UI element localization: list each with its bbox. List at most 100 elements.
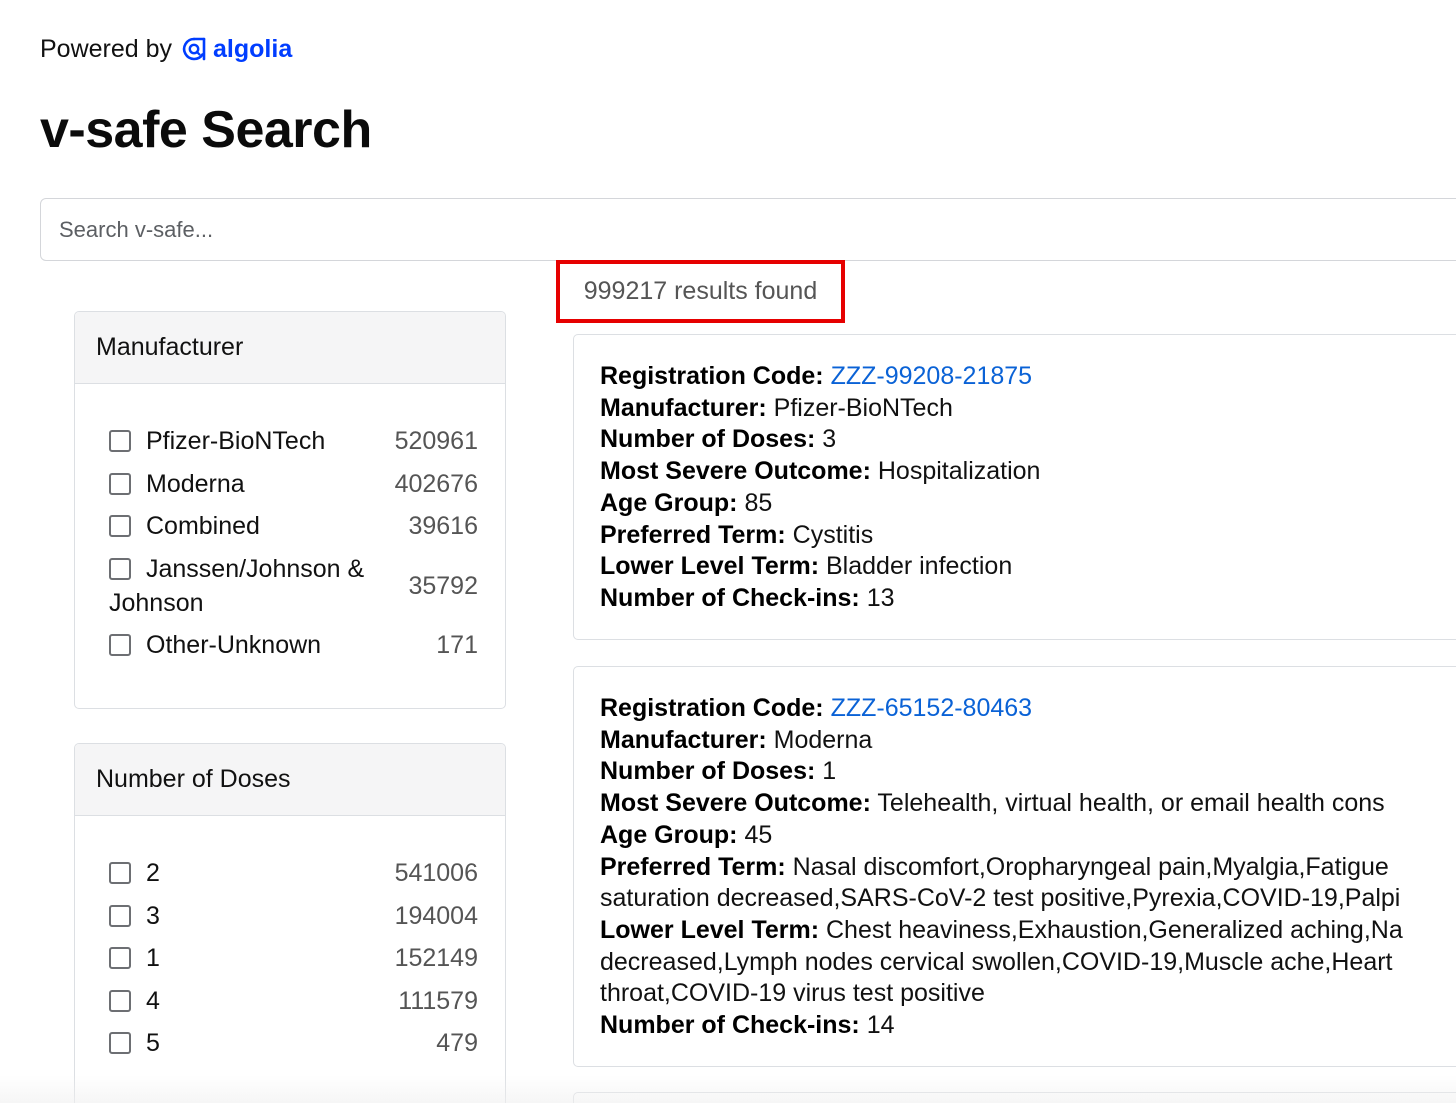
- field-label: Preferred Term:: [600, 852, 786, 881]
- page-title: v-safe Search: [40, 101, 372, 159]
- hit-checkins: Number of Check-ins: 14: [600, 1010, 1456, 1042]
- facet-label: Combined: [146, 512, 260, 540]
- facet-label: Other-Unknown: [146, 631, 322, 659]
- manufacturer-facet-title: Manufacturer: [75, 312, 505, 384]
- hit-age-group: Age Group: 85: [600, 488, 1456, 520]
- manufacturer-facet-list: Pfizer-BioNTech 520961 Moderna 402676 Co…: [75, 384, 505, 691]
- field-value: Nasal discomfort,Oropharyngeal pain,Myal…: [792, 852, 1389, 881]
- field-label: Age Group:: [600, 820, 738, 849]
- field-label: Manufacturer:: [600, 725, 767, 754]
- field-value: 1: [822, 757, 837, 786]
- facet-label: 3: [146, 901, 160, 930]
- facet-label: 4: [146, 986, 160, 1015]
- registration-code-link[interactable]: ZZZ-99208-21875: [831, 362, 1033, 390]
- facet-count: 39616: [408, 512, 478, 540]
- facet-count: 520961: [394, 427, 478, 455]
- hit-manufacturer: Manufacturer: Moderna: [600, 725, 1456, 757]
- checkbox[interactable]: [109, 904, 131, 927]
- facet-item-dose-1[interactable]: 1 152149: [102, 941, 478, 975]
- field-value: Hospitalization: [877, 457, 1041, 486]
- facet-item-dose-3[interactable]: 3 194004: [102, 899, 478, 933]
- checkbox[interactable]: [109, 430, 131, 452]
- field-value: 3: [822, 425, 837, 454]
- checkbox[interactable]: [109, 1032, 131, 1054]
- field-value: 85: [744, 488, 773, 517]
- hit-card: Registration Code: ZZZ-99208-21875 Manuf…: [573, 334, 1456, 640]
- facet-item-pfizer[interactable]: Pfizer-BioNTech 520961: [102, 424, 478, 458]
- hit-lower-level-term: Lower Level Term: Bladder infection: [600, 551, 1456, 583]
- hit-lower-level-term-cont: throat,COVID-19 virus test positive: [600, 979, 985, 1008]
- registration-code-link[interactable]: ZZZ-65152-80463: [831, 694, 1033, 722]
- algolia-logo[interactable]: algolia: [181, 35, 292, 64]
- facet-item-combined[interactable]: Combined 39616: [102, 509, 478, 543]
- facet-item-dose-5[interactable]: 5 479: [102, 1026, 478, 1060]
- field-label: Most Severe Outcome:: [600, 457, 871, 486]
- search-box[interactable]: [40, 198, 1456, 261]
- facet-count: 152149: [394, 944, 478, 972]
- results-count: 999217 results found: [556, 260, 845, 323]
- bottom-fade: [0, 1075, 1456, 1103]
- algolia-icon: [182, 37, 206, 61]
- checkbox[interactable]: [109, 862, 131, 884]
- facet-count: 479: [436, 1029, 478, 1057]
- facet-count: 402676: [394, 469, 478, 498]
- field-label: Preferred Term:: [600, 520, 786, 549]
- field-label: Registration Code:: [600, 694, 824, 722]
- checkbox[interactable]: [109, 634, 131, 656]
- facet-label: Pfizer-BioNTech: [146, 427, 326, 455]
- field-value: Bladder infection: [826, 552, 1013, 581]
- doses-facet: Number of Doses 2 541006 3 194004 1 1521…: [74, 743, 506, 1103]
- field-label: Number of Check-ins:: [600, 583, 860, 612]
- hit-card: Registration Code: ZZZ-65152-80463 Manuf…: [573, 666, 1456, 1067]
- facet-item-janssen[interactable]: Janssen/Johnson & Johnson 35792: [102, 552, 478, 620]
- hit-age-group: Age Group: 45: [600, 820, 1456, 852]
- facet-label: 2: [146, 859, 160, 887]
- field-value: Pfizer-BioNTech: [773, 393, 953, 422]
- field-label: Age Group:: [600, 488, 738, 517]
- field-value: Cystitis: [792, 520, 874, 549]
- facet-count: 541006: [394, 859, 478, 887]
- hit-checkins: Number of Check-ins: 13: [600, 583, 1456, 615]
- hit-registration-code: Registration Code: ZZZ-65152-80463: [600, 693, 1456, 725]
- field-label: Most Severe Outcome:: [600, 789, 871, 818]
- hit-preferred-term: Preferred Term: Nasal discomfort,Orophar…: [600, 852, 1456, 884]
- facet-item-dose-2[interactable]: 2 541006: [102, 856, 478, 890]
- checkbox[interactable]: [109, 947, 131, 969]
- field-label: Number of Doses:: [600, 757, 816, 786]
- field-value: 14: [866, 1011, 895, 1040]
- hit-preferred-term: Preferred Term: Cystitis: [600, 520, 1456, 552]
- facet-count: 35792: [408, 571, 478, 600]
- algolia-brand: algolia: [213, 34, 293, 63]
- manufacturer-facet: Manufacturer Pfizer-BioNTech 520961 Mode…: [74, 311, 506, 709]
- field-label: Lower Level Term:: [600, 552, 820, 581]
- checkbox[interactable]: [109, 472, 131, 495]
- checkbox[interactable]: [109, 515, 131, 537]
- facet-count: 171: [436, 631, 478, 659]
- facet-item-other-unknown[interactable]: Other-Unknown 171: [102, 628, 478, 662]
- facet-label: Moderna: [146, 469, 245, 498]
- facet-item-dose-4[interactable]: 4 111579: [102, 984, 478, 1018]
- doses-facet-title: Number of Doses: [75, 744, 505, 816]
- checkbox[interactable]: [109, 989, 131, 1012]
- hit-lower-level-term-cont: decreased,Lymph nodes cervical swollen,C…: [600, 947, 1393, 976]
- field-label: Manufacturer:: [600, 393, 767, 422]
- field-value: Moderna: [773, 725, 873, 754]
- facet-count: 111579: [398, 986, 478, 1015]
- facet-count: 194004: [394, 901, 478, 930]
- powered-by[interactable]: Powered by algolia: [40, 32, 292, 66]
- field-value: Telehealth, virtual health, or email hea…: [877, 789, 1385, 818]
- facet-item-moderna[interactable]: Moderna 402676: [102, 467, 478, 501]
- hit-doses: Number of Doses: 3: [600, 424, 1456, 456]
- field-label: Number of Check-ins:: [600, 1011, 860, 1040]
- powered-by-label: Powered by: [40, 34, 173, 63]
- hit-lower-level-term: Lower Level Term: Chest heaviness,Exhaus…: [600, 915, 1456, 947]
- facet-label: 5: [146, 1029, 160, 1057]
- field-value: 13: [866, 583, 895, 612]
- field-label: Lower Level Term:: [600, 915, 820, 944]
- page: Powered by algolia v-safe Search 999217 …: [0, 0, 1456, 1103]
- hit-manufacturer: Manufacturer: Pfizer-BioNTech: [600, 393, 1456, 425]
- hit-outcome: Most Severe Outcome: Telehealth, virtual…: [600, 788, 1456, 820]
- search-input[interactable]: [59, 216, 1456, 243]
- hit-preferred-term-cont: saturation decreased,SARS-CoV-2 test pos…: [600, 884, 1401, 913]
- field-value: Chest heaviness,Exhaustion,Generalized a…: [826, 915, 1403, 944]
